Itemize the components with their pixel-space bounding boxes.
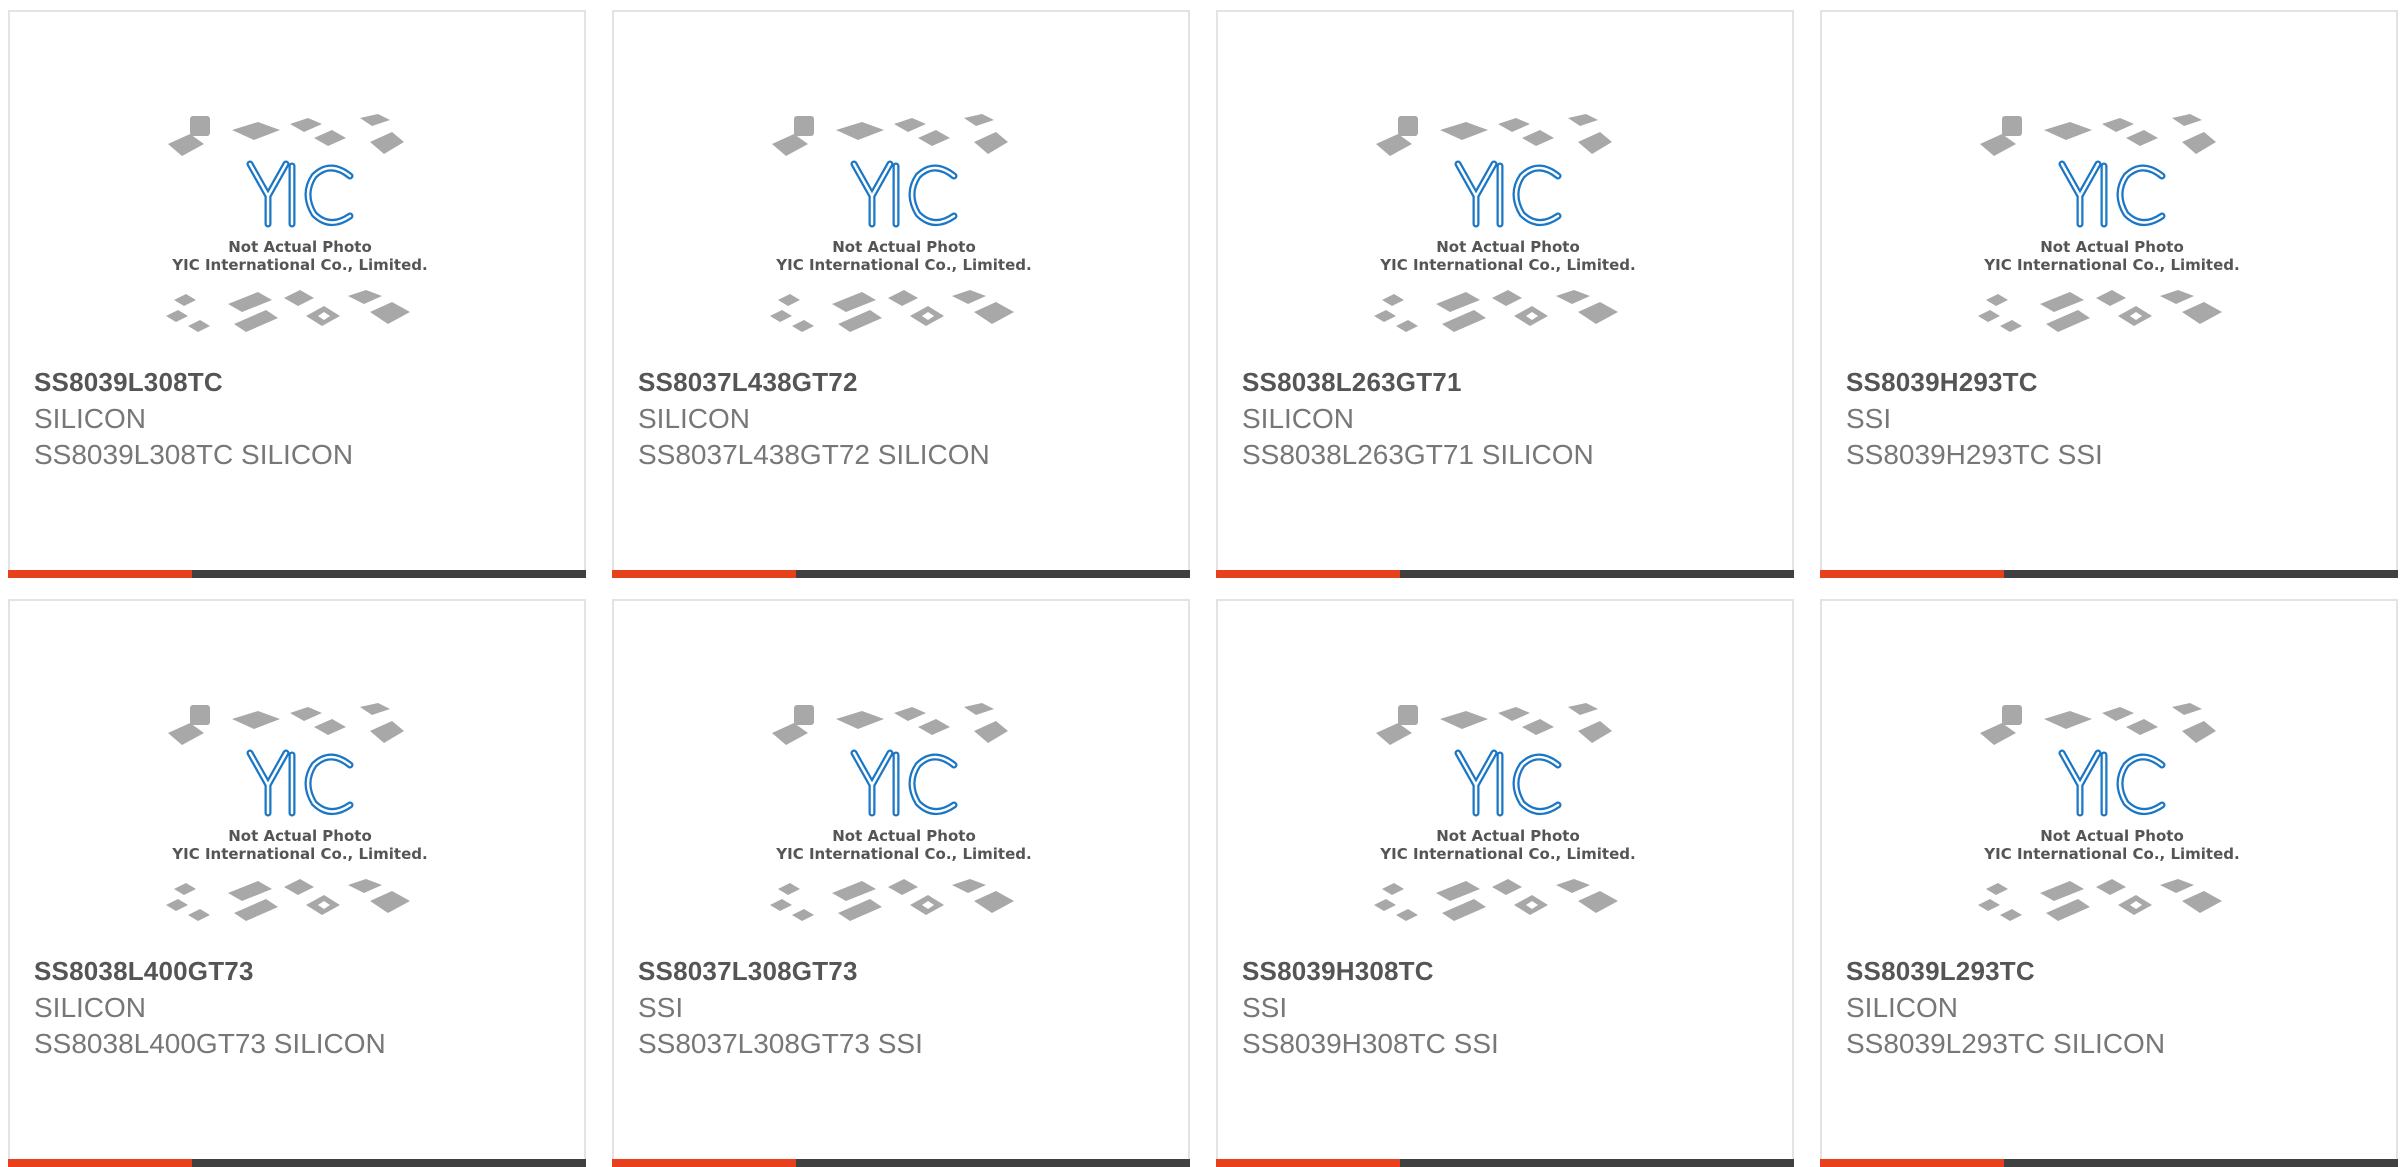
placeholder-caption-line2: YIC International Co., Limited.: [775, 256, 1031, 274]
chip-icons-bottom: [166, 290, 410, 332]
product-grid: Not Actual Photo YIC International Co., L…: [0, 0, 2400, 1167]
chip-icons-top: [772, 703, 1008, 745]
chip-icons-bottom: [166, 879, 410, 921]
product-part-number[interactable]: SS8038L263GT71: [1242, 367, 1462, 398]
chip-icons-bottom: [1374, 879, 1618, 921]
yic-logo-icon: [246, 160, 354, 228]
product-placeholder-image: Not Actual PhotoYIC International Co., L…: [1978, 703, 2240, 921]
card-accent-bar: [1820, 1159, 2004, 1167]
product-card[interactable]: Not Actual Photo YIC International Co., L…: [1820, 10, 2398, 578]
product-card[interactable]: Not Actual Photo YIC International Co., L…: [612, 599, 1190, 1167]
product-part-number[interactable]: SS8039L293TC: [1846, 956, 2035, 987]
card-accent-bar: [8, 570, 192, 578]
product-description: SS8039L293TC SILICON: [1846, 1028, 2166, 1059]
yic-logo-icon: [2058, 160, 2166, 228]
placeholder-caption-line2: YIC International Co., Limited.: [775, 845, 1031, 863]
product-manufacturer: SSI: [1242, 992, 1288, 1023]
chip-icons-top: [168, 703, 404, 745]
product-placeholder-image: Not Actual PhotoYIC International Co., L…: [166, 114, 428, 332]
card-accent-bar: [1216, 570, 1400, 578]
product-description: SS8039H293TC SSI: [1846, 439, 2103, 470]
yic-logo-icon: [1454, 749, 1562, 817]
card-accent-bar: [612, 570, 796, 578]
placeholder-caption-line2: YIC International Co., Limited.: [1983, 256, 2239, 274]
product-card[interactable]: Not Actual Photo YIC International Co., L…: [8, 599, 586, 1167]
placeholder-caption-line2: YIC International Co., Limited.: [1379, 256, 1635, 274]
card-bottom-bar: [1216, 1159, 1794, 1167]
product-description: SS8038L400GT73 SILICON: [34, 1028, 386, 1059]
chip-icons-top: [772, 114, 1008, 156]
card-accent-bar: [8, 1159, 192, 1167]
product-part-number[interactable]: SS8039H293TC: [1846, 367, 2038, 398]
product-card[interactable]: Not Actual Photo YIC International Co., L…: [8, 10, 586, 578]
chip-icons-bottom: [770, 879, 1014, 921]
card-bottom-bar: [612, 1159, 1190, 1167]
placeholder-caption-line1: Not Actual Photo: [832, 827, 976, 845]
placeholder-caption-line2: YIC International Co., Limited.: [1379, 845, 1635, 863]
card-accent-bar: [612, 1159, 796, 1167]
product-placeholder-image: Not Actual PhotoYIC International Co., L…: [166, 703, 428, 921]
card-bottom-bar: [8, 1159, 586, 1167]
product-placeholder-image: Not Actual PhotoYIC International Co., L…: [770, 703, 1032, 921]
chip-icons-top: [1980, 703, 2216, 745]
placeholder-caption-line1: Not Actual Photo: [228, 238, 372, 256]
yic-logo-icon: [246, 749, 354, 817]
card-bottom-bar: [1820, 1159, 2398, 1167]
product-placeholder-image: Not Actual PhotoYIC International Co., L…: [1374, 703, 1636, 921]
card-accent-bar: [1820, 570, 2004, 578]
product-description: SS8038L263GT71 SILICON: [1242, 439, 1594, 470]
placeholder-caption-line2: YIC International Co., Limited.: [171, 845, 427, 863]
placeholder-caption-line1: Not Actual Photo: [832, 238, 976, 256]
card-bottom-bar: [1216, 570, 1794, 578]
placeholder-caption-line1: Not Actual Photo: [228, 827, 372, 845]
chip-icons-top: [1980, 114, 2216, 156]
product-manufacturer: SILICON: [34, 992, 147, 1023]
product-placeholder-image: Not Actual PhotoYIC International Co., L…: [1978, 114, 2240, 332]
product-card[interactable]: Not Actual Photo YIC International Co., L…: [612, 10, 1190, 578]
product-card[interactable]: Not Actual Photo YIC International Co., L…: [1216, 10, 1794, 578]
product-part-number[interactable]: SS8037L308GT73: [638, 956, 858, 987]
placeholder-caption-line1: Not Actual Photo: [2040, 827, 2184, 845]
card-bottom-bar: [612, 570, 1190, 578]
product-description: SS8039L308TC SILICON: [34, 439, 354, 470]
product-description: SS8037L438GT72 SILICON: [638, 439, 990, 470]
product-manufacturer: SSI: [1846, 403, 1892, 434]
product-placeholder-image: Not Actual PhotoYIC International Co., L…: [770, 114, 1032, 332]
chip-icons-bottom: [1978, 290, 2222, 332]
chip-icons-top: [1376, 703, 1612, 745]
chip-icons-bottom: [770, 290, 1014, 332]
product-manufacturer: SILICON: [34, 403, 147, 434]
product-manufacturer: SILICON: [638, 403, 751, 434]
product-card[interactable]: Not Actual Photo YIC International Co., L…: [1216, 599, 1794, 1167]
chip-icons-bottom: [1978, 879, 2222, 921]
product-part-number[interactable]: SS8037L438GT72: [638, 367, 858, 398]
placeholder-caption-line1: Not Actual Photo: [1436, 827, 1580, 845]
yic-logo-icon: [1454, 160, 1562, 228]
product-manufacturer: SILICON: [1242, 403, 1355, 434]
placeholder-caption-line2: YIC International Co., Limited.: [1983, 845, 2239, 863]
product-description: SS8037L308GT73 SSI: [638, 1028, 923, 1059]
yic-logo-icon: [2058, 749, 2166, 817]
product-manufacturer: SSI: [638, 992, 684, 1023]
card-bottom-bar: [1820, 570, 2398, 578]
chip-icons-top: [1376, 114, 1612, 156]
product-card[interactable]: Not Actual Photo YIC International Co., L…: [1820, 599, 2398, 1167]
yic-logo-icon: [850, 160, 958, 228]
product-part-number[interactable]: SS8039H308TC: [1242, 956, 1434, 987]
product-part-number[interactable]: SS8038L400GT73: [34, 956, 254, 987]
product-part-number[interactable]: SS8039L308TC: [34, 367, 223, 398]
product-manufacturer: SILICON: [1846, 992, 1959, 1023]
card-accent-bar: [1216, 1159, 1400, 1167]
placeholder-caption-line1: Not Actual Photo: [2040, 238, 2184, 256]
placeholder-caption-line1: Not Actual Photo: [1436, 238, 1580, 256]
product-placeholder-image: Not Actual PhotoYIC International Co., L…: [1374, 114, 1636, 332]
product-description: SS8039H308TC SSI: [1242, 1028, 1499, 1059]
chip-icons-top: [168, 114, 404, 156]
placeholder-caption-line2: YIC International Co., Limited.: [171, 256, 427, 274]
chip-icons-bottom: [1374, 290, 1618, 332]
card-bottom-bar: [8, 570, 586, 578]
yic-logo-icon: [850, 749, 958, 817]
